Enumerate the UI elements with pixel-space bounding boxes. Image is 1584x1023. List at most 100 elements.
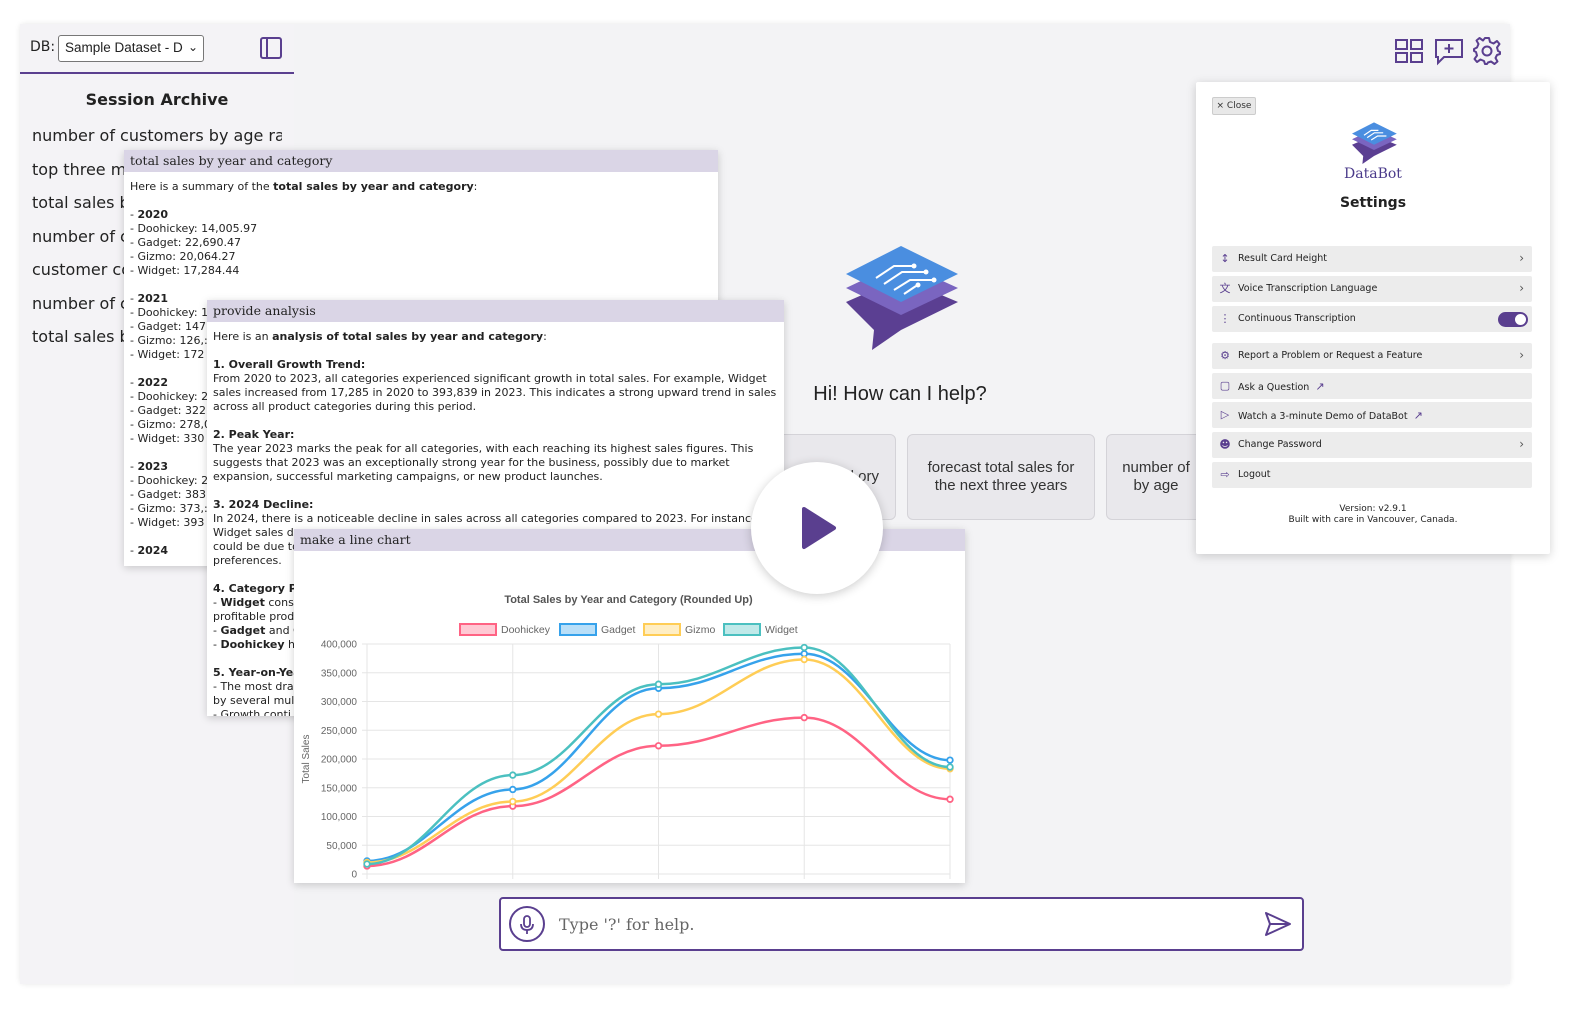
- db-select[interactable]: Sample Dataset - D ⌄: [58, 35, 204, 62]
- card-text-line: - Widget: 17,284.44: [130, 264, 240, 277]
- legend-swatch: [643, 623, 681, 636]
- chat-input[interactable]: Type '?' for help.: [559, 915, 694, 934]
- play-video-button[interactable]: [751, 462, 883, 594]
- card-text-line: suggests that 2023 was an exceptionally …: [213, 456, 730, 469]
- card-text-line: 2. Peak Year:: [213, 428, 295, 441]
- result-card-line-chart: make a line chart Total Sales by Year an…: [294, 529, 965, 883]
- legend-swatch: [723, 623, 761, 636]
- y-tick-label: 150,000: [321, 783, 358, 794]
- chevron-right-icon: ›: [1519, 251, 1524, 265]
- card-text-line: From 2020 to 2023, all categories experi…: [213, 372, 767, 385]
- setting-watch-demo[interactable]: ▷ Watch a 3-minute Demo of DataBot ↗: [1212, 402, 1532, 428]
- video-icon: ▷: [1220, 408, 1230, 421]
- setting-label: Voice Transcription Language: [1238, 283, 1378, 294]
- setting-ask-question[interactable]: ▢ Ask a Question ↗: [1212, 373, 1532, 399]
- chevron-right-icon: ›: [1519, 281, 1524, 295]
- setting-report-problem[interactable]: ⚙ Report a Problem or Request a Feature …: [1212, 343, 1532, 369]
- card-text-line: [130, 278, 712, 292]
- setting-change-password[interactable]: ☻ Change Password ›: [1212, 432, 1532, 458]
- data-point: [363, 860, 371, 868]
- db-label: DB:: [30, 39, 56, 55]
- microphone-button[interactable]: [509, 906, 545, 942]
- data-point: [509, 785, 517, 794]
- y-tick-label: 100,000: [321, 812, 358, 823]
- logout-icon: ⇨: [1220, 468, 1230, 481]
- gear-icon[interactable]: [1472, 36, 1502, 66]
- close-button[interactable]: × Close: [1212, 97, 1256, 115]
- setting-label: Watch a 3-minute Demo of DataBot: [1238, 411, 1408, 422]
- bug-icon: ⚙: [1220, 349, 1230, 362]
- legend-label: Gizmo: [685, 624, 715, 636]
- card-text-line: Here is an analysis of total sales by ye…: [213, 330, 547, 343]
- y-tick-label: 50,000: [326, 841, 357, 852]
- send-icon[interactable]: [1264, 911, 1292, 937]
- chevron-right-icon: ›: [1519, 437, 1524, 451]
- y-tick-label: 250,000: [321, 726, 358, 737]
- setting-logout[interactable]: ⇨ Logout: [1212, 462, 1532, 488]
- y-tick-label: 300,000: [321, 697, 358, 708]
- legend-swatch: [459, 623, 497, 636]
- y-axis-label: Total Sales: [301, 735, 312, 784]
- layout-grid-icon[interactable]: [1394, 36, 1424, 66]
- suggestion-text: forecast total sales for the next three …: [927, 459, 1075, 494]
- play-icon: [802, 507, 836, 549]
- databot-logo-icon: [846, 246, 958, 350]
- transcription-toggle[interactable]: [1498, 312, 1528, 327]
- suggestion-card[interactable]: number of by age: [1106, 434, 1206, 520]
- archive-item[interactable]: number of customers by age ra...: [32, 126, 282, 145]
- setting-label: Ask a Question: [1238, 382, 1310, 393]
- y-tick-label: 0: [351, 870, 357, 881]
- card-height-icon: ↕: [1220, 252, 1230, 265]
- setting-label: Change Password: [1238, 439, 1322, 450]
- card-text-line: In 2024, there is a noticeable decline i…: [213, 512, 762, 525]
- card-text-line: across all product categories during thi…: [213, 400, 477, 413]
- data-point: [946, 763, 954, 771]
- version-text: Version: v2.9.1: [1339, 504, 1407, 514]
- card-text-line: - 2020: [130, 208, 169, 221]
- suggestion-card[interactable]: forecast total sales for the next three …: [907, 434, 1095, 520]
- databot-logo-icon: [1352, 122, 1397, 164]
- chevron-right-icon: ›: [1519, 348, 1524, 362]
- card-text-line: The year 2023 marks the peak for all cat…: [213, 442, 754, 455]
- card-text-line: - Doohickey: 14,005.97: [130, 222, 258, 235]
- data-point: [654, 680, 663, 688]
- data-point: [654, 710, 663, 718]
- chat-icon: ▢: [1219, 379, 1231, 392]
- brand-name: DataBot: [1344, 166, 1402, 182]
- translate-icon: 文: [1219, 282, 1231, 295]
- legend-label: Doohickey: [501, 624, 551, 636]
- waveform-icon: ⋮: [1219, 312, 1231, 325]
- setting-voice-language[interactable]: 文 Voice Transcription Language ›: [1212, 276, 1532, 302]
- setting-continuous-transcription[interactable]: ⋮ Continuous Transcription: [1212, 306, 1532, 332]
- data-point: [654, 742, 663, 750]
- setting-label: Result Card Height: [1238, 253, 1328, 264]
- version-info: Version: v2.9.1 Built with care in Vanco…: [1196, 504, 1550, 526]
- new-chat-icon[interactable]: [1434, 36, 1464, 66]
- suggestion-text: number of by age: [1122, 459, 1190, 494]
- card-text-line: [213, 484, 778, 498]
- built-text: Built with care in Vancouver, Canada.: [1288, 515, 1458, 525]
- y-tick-label: 350,000: [321, 668, 358, 679]
- chart-title: Total Sales by Year and Category (Rounde…: [504, 594, 753, 606]
- data-point: [800, 655, 808, 664]
- settings-title: Settings: [1339, 195, 1407, 211]
- result-card-title: total sales by year and category: [124, 150, 718, 172]
- line-chart: Total Sales by Year and Category (Rounde…: [301, 594, 954, 881]
- db-bar: DB: Sample Dataset - D ⌄: [20, 24, 294, 74]
- data-point: [800, 643, 808, 652]
- y-tick-label: 200,000: [321, 755, 358, 766]
- card-text-line: [213, 414, 778, 428]
- db-select-value: Sample Dataset - D: [65, 40, 183, 55]
- y-tick-label: 400,000: [321, 640, 358, 651]
- chevron-down-icon: ⌄: [187, 40, 198, 54]
- sidebar-toggle-icon[interactable]: [260, 37, 282, 59]
- setting-result-card-height[interactable]: ↕ Result Card Height ›: [1212, 246, 1532, 272]
- data-point: [800, 713, 808, 722]
- chat-input-bar: Type '?' for help.: [499, 897, 1304, 951]
- setting-label: Logout: [1238, 469, 1271, 480]
- card-text-line: 3. 2024 Decline:: [213, 498, 314, 511]
- card-text-line: - Gizmo: 20,064.27: [130, 250, 236, 263]
- welcome-text: Hi! How can I help?: [813, 383, 987, 405]
- archive-title: Session Archive: [85, 90, 229, 109]
- card-text-line: expansion, successful marketing campaign…: [213, 470, 603, 483]
